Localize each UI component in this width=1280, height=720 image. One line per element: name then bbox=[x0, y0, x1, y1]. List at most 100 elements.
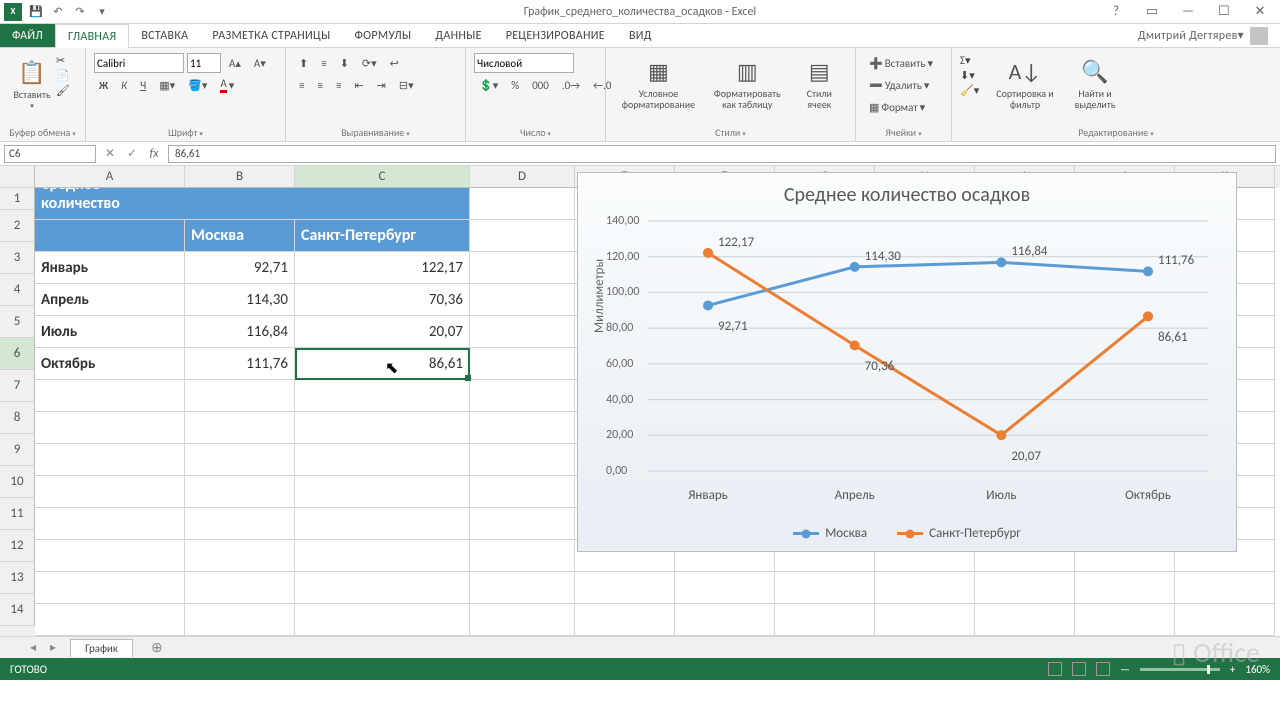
cell[interactable] bbox=[470, 188, 575, 220]
tab-review[interactable]: РЕЦЕНЗИРОВАНИЕ bbox=[494, 24, 617, 47]
row-header[interactable]: 11 bbox=[0, 498, 35, 530]
cell[interactable] bbox=[470, 604, 575, 636]
cell[interactable] bbox=[35, 220, 185, 252]
minimize-icon[interactable]: — bbox=[1174, 4, 1202, 19]
view-pagebreak-icon[interactable] bbox=[1096, 662, 1110, 676]
align-left-icon[interactable]: ≡ bbox=[294, 76, 309, 95]
cell[interactable] bbox=[470, 572, 575, 604]
cell[interactable] bbox=[1175, 572, 1275, 604]
chart-title[interactable]: Среднее количество осадков bbox=[578, 173, 1236, 211]
cell[interactable] bbox=[295, 572, 470, 604]
cell[interactable] bbox=[295, 412, 470, 444]
cell[interactable] bbox=[185, 412, 295, 444]
cell[interactable]: Москва bbox=[185, 220, 295, 252]
italic-button[interactable]: К bbox=[116, 76, 132, 95]
qat-customize-icon[interactable]: ▾ bbox=[94, 4, 110, 20]
cell[interactable] bbox=[1075, 604, 1175, 636]
currency-icon[interactable]: 💲▾ bbox=[474, 76, 503, 95]
cell[interactable]: 20,07 bbox=[295, 316, 470, 348]
cell[interactable] bbox=[470, 476, 575, 508]
cell[interactable] bbox=[470, 316, 575, 348]
copy-icon[interactable]: 📄 bbox=[56, 69, 70, 82]
align-center-icon[interactable]: ≡ bbox=[312, 76, 327, 95]
close-icon[interactable]: ✕ bbox=[1246, 4, 1274, 19]
row-header[interactable]: 10 bbox=[0, 466, 35, 498]
legend-series-1[interactable]: Москва bbox=[793, 526, 867, 541]
cell[interactable] bbox=[470, 252, 575, 284]
cell[interactable]: 111,76 bbox=[185, 348, 295, 380]
row-header[interactable]: 4 bbox=[0, 274, 35, 306]
cell[interactable] bbox=[470, 220, 575, 252]
cell[interactable] bbox=[35, 444, 185, 476]
paste-button[interactable]: 📋Вставить▾ bbox=[8, 52, 56, 118]
cell[interactable]: 114,30 bbox=[185, 284, 295, 316]
cell[interactable]: Среднее количество осадков bbox=[35, 188, 185, 220]
decrease-font-icon[interactable]: A▾ bbox=[249, 54, 271, 73]
row-header[interactable]: 7 bbox=[0, 370, 35, 402]
font-size[interactable] bbox=[187, 53, 221, 73]
cell[interactable] bbox=[295, 188, 470, 220]
sort-filter-button[interactable]: A↓Сортировка и фильтр bbox=[990, 52, 1060, 118]
cell[interactable] bbox=[295, 444, 470, 476]
user-name[interactable]: Дмитрий Дегтярев ▾ bbox=[1126, 24, 1280, 47]
insert-cells-button[interactable]: ➕ Вставить▾ bbox=[864, 54, 938, 73]
cell[interactable]: 70,36 bbox=[295, 284, 470, 316]
cell[interactable] bbox=[875, 572, 975, 604]
orientation-icon[interactable]: ⟳▾ bbox=[357, 54, 382, 73]
row-header[interactable]: 8 bbox=[0, 402, 35, 434]
delete-cells-button[interactable]: ➖ Удалить▾ bbox=[864, 76, 934, 95]
cell[interactable] bbox=[470, 348, 575, 380]
cell[interactable] bbox=[35, 412, 185, 444]
legend-series-2[interactable]: Санкт-Петербург bbox=[897, 526, 1021, 541]
border-icon[interactable]: ▦▾ bbox=[154, 76, 180, 95]
comma-icon[interactable]: 000 bbox=[527, 76, 554, 95]
fill-color-icon[interactable]: 🪣▾ bbox=[183, 76, 212, 95]
cell[interactable] bbox=[470, 540, 575, 572]
cell[interactable] bbox=[470, 380, 575, 412]
row-header[interactable]: 3 bbox=[0, 242, 35, 274]
row-header[interactable]: 9 bbox=[0, 434, 35, 466]
number-format[interactable] bbox=[474, 53, 574, 73]
enter-icon[interactable]: ✓ bbox=[124, 146, 140, 161]
cell[interactable] bbox=[1075, 572, 1175, 604]
cell[interactable] bbox=[35, 380, 185, 412]
cell[interactable] bbox=[575, 604, 675, 636]
cell[interactable] bbox=[975, 572, 1075, 604]
font-color-icon[interactable]: A▾ bbox=[215, 74, 239, 96]
font-name[interactable] bbox=[94, 53, 184, 73]
format-table-button[interactable]: ▥Форматировать как таблицу bbox=[703, 52, 792, 118]
cell[interactable]: Январь bbox=[35, 252, 185, 284]
clear-icon[interactable]: 🧹▾ bbox=[960, 84, 990, 97]
cell[interactable] bbox=[470, 444, 575, 476]
tab-data[interactable]: ДАННЫЕ bbox=[423, 24, 493, 47]
fx-icon[interactable]: fx bbox=[146, 147, 162, 161]
sheet-nav-next-icon[interactable]: ▸ bbox=[50, 640, 56, 655]
add-sheet-button[interactable]: ⊕ bbox=[137, 637, 177, 658]
row-header[interactable]: 2 bbox=[0, 210, 35, 242]
cell[interactable] bbox=[875, 604, 975, 636]
view-layout-icon[interactable] bbox=[1072, 662, 1086, 676]
save-icon[interactable]: 💾 bbox=[28, 4, 44, 20]
fill-icon[interactable]: ⬇▾ bbox=[960, 69, 990, 82]
cell[interactable] bbox=[295, 604, 470, 636]
cell[interactable] bbox=[575, 572, 675, 604]
cell[interactable] bbox=[675, 572, 775, 604]
view-normal-icon[interactable] bbox=[1048, 662, 1062, 676]
cell[interactable] bbox=[185, 188, 295, 220]
cell[interactable]: 86,61 bbox=[295, 348, 470, 380]
name-box[interactable]: C6 bbox=[4, 145, 96, 163]
cell[interactable] bbox=[35, 508, 185, 540]
cell[interactable] bbox=[295, 540, 470, 572]
find-select-button[interactable]: 🔍Найти и выделить bbox=[1060, 52, 1130, 118]
cancel-icon[interactable]: ✕ bbox=[102, 146, 118, 161]
tab-page-layout[interactable]: РАЗМЕТКА СТРАНИЦЫ bbox=[200, 24, 342, 47]
cell-styles-button[interactable]: ▤Стили ячеек bbox=[792, 52, 847, 118]
col-header[interactable]: B bbox=[185, 166, 295, 188]
cell[interactable] bbox=[1175, 604, 1275, 636]
align-top-icon[interactable]: ⬆ bbox=[294, 54, 313, 73]
increase-decimal-icon[interactable]: .0→ bbox=[557, 76, 585, 95]
align-bottom-icon[interactable]: ⬇ bbox=[335, 54, 354, 73]
cell[interactable]: 122,17 bbox=[295, 252, 470, 284]
ribbon-options-icon[interactable]: ▭ bbox=[1138, 4, 1166, 19]
cell[interactable] bbox=[185, 508, 295, 540]
